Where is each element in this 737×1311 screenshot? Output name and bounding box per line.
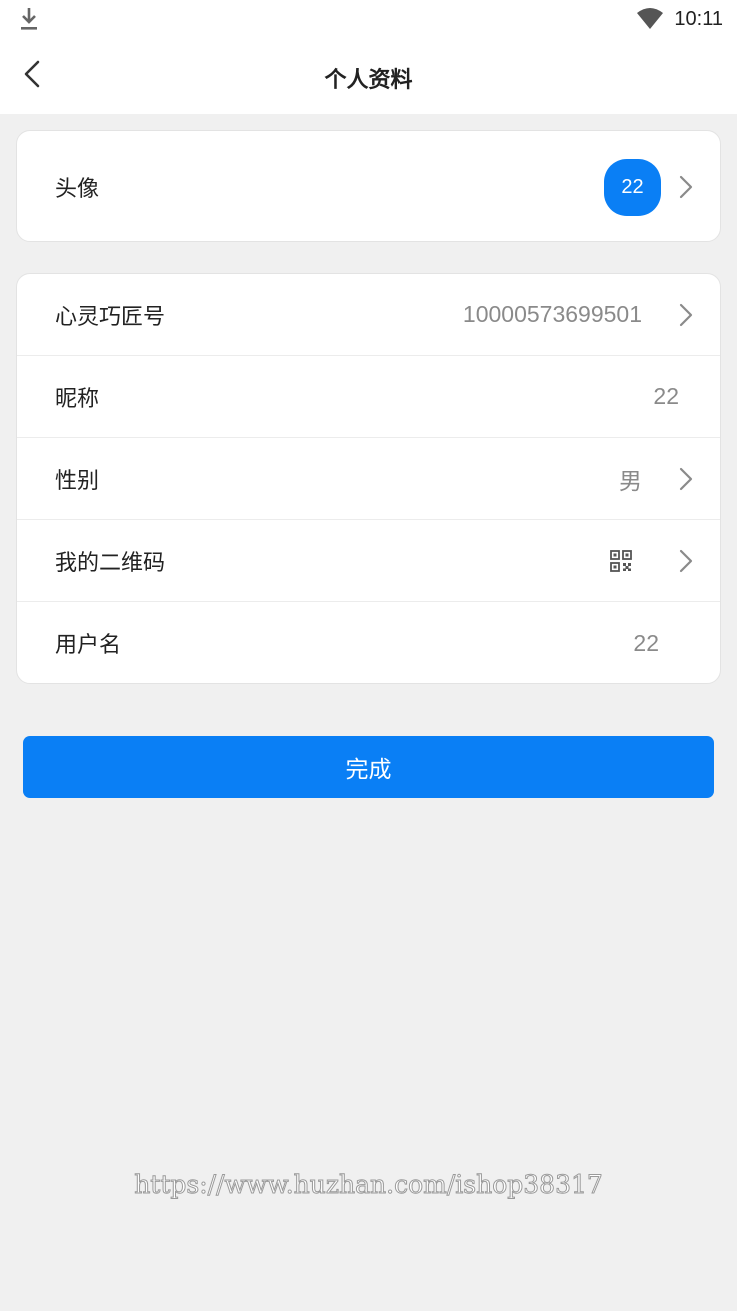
chevron-right-icon [679, 549, 693, 572]
status-bar: 10:11 [0, 0, 737, 38]
row-label: 心灵巧匠号 [55, 304, 166, 330]
row-nickname[interactable]: 昵称 22 [17, 356, 720, 438]
row-username[interactable]: 用户名 22 [17, 602, 720, 683]
qr-code-icon [610, 549, 632, 572]
row-label: 我的二维码 [55, 550, 166, 576]
nickname-value: 22 [653, 383, 679, 409]
row-qr-code[interactable]: 我的二维码 [17, 520, 720, 602]
page-title: 个人资料 [324, 68, 413, 93]
download-icon [21, 8, 37, 30]
avatar-card: 头像 22 [16, 130, 721, 242]
row-account-id[interactable]: 心灵巧匠号 10000573699501 [17, 274, 720, 356]
status-time: 10:11 [674, 7, 723, 30]
done-button[interactable]: 完成 [23, 736, 714, 798]
avatar-text: 22 [621, 176, 644, 198]
gender-value: 男 [619, 468, 642, 495]
chevron-right-icon [679, 467, 693, 490]
avatar: 22 [604, 159, 661, 216]
status-right: 10:11 [636, 6, 723, 32]
row-label: 性别 [55, 468, 100, 494]
wifi-icon [637, 8, 664, 29]
watermark-text: https://www.huzhan.com/ishop38317 [134, 1170, 604, 1200]
avatar-label: 头像 [55, 177, 100, 202]
avatar-row[interactable]: 头像 22 [17, 131, 720, 241]
row-gender[interactable]: 性别 男 [17, 438, 720, 520]
username-value: 22 [633, 629, 659, 656]
chevron-right-icon [679, 303, 693, 326]
chevron-right-icon [679, 175, 693, 199]
profile-info-card: 心灵巧匠号 10000573699501 昵称 22 性别 男 我的二维码 用户… [16, 273, 721, 684]
nav-bar: 个人资料 [0, 38, 737, 114]
account-id-value: 10000573699501 [462, 301, 642, 327]
row-label: 昵称 [55, 386, 100, 412]
row-label: 用户名 [55, 633, 122, 658]
